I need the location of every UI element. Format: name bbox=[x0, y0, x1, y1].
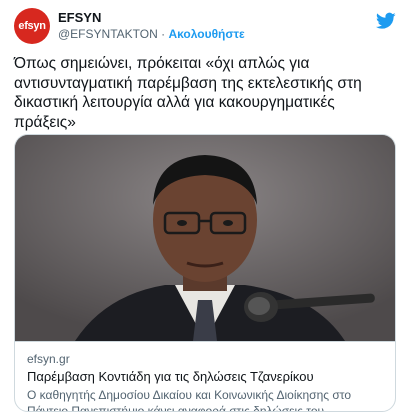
card-meta: efsyn.gr Παρέμβαση Κοντιάδη για τις δηλώ… bbox=[15, 341, 395, 412]
portrait-photo bbox=[15, 135, 395, 341]
card-image[interactable] bbox=[15, 135, 395, 341]
tweet-header: efsyn EFSYN @EFSYNTAKTON · Ακολουθήστε bbox=[14, 8, 396, 48]
handle-row: @EFSYNTAKTON · Ακολουθήστε bbox=[58, 27, 245, 41]
tweet-text: Όπως σημειώνει, πρόκειται «όχι απλώς για… bbox=[14, 55, 362, 131]
handle[interactable]: @EFSYNTAKTON bbox=[58, 27, 158, 41]
card-domain: efsyn.gr bbox=[27, 352, 70, 366]
separator: · bbox=[161, 27, 166, 41]
embedded-tweet: efsyn EFSYN @EFSYNTAKTON · Ακολουθήστε Ό… bbox=[0, 0, 410, 418]
display-name[interactable]: EFSYN bbox=[58, 10, 245, 25]
card-title: Παρέμβαση Κοντιάδη για τις δηλώσεις Τζαν… bbox=[27, 369, 314, 384]
follow-link[interactable]: Ακολουθήστε bbox=[168, 27, 244, 41]
twitter-bird-icon[interactable] bbox=[376, 12, 396, 30]
avatar[interactable]: efsyn bbox=[14, 8, 50, 44]
link-card[interactable]: efsyn.gr Παρέμβαση Κοντιάδη για τις δηλώ… bbox=[14, 134, 396, 412]
author-info: EFSYN @EFSYNTAKTON · Ακολουθήστε bbox=[58, 10, 245, 41]
avatar-logo-text: efsyn bbox=[18, 20, 46, 32]
card-description: Ο καθηγητής Δημοσίου Δικαίου και Κοινωνι… bbox=[27, 388, 352, 412]
